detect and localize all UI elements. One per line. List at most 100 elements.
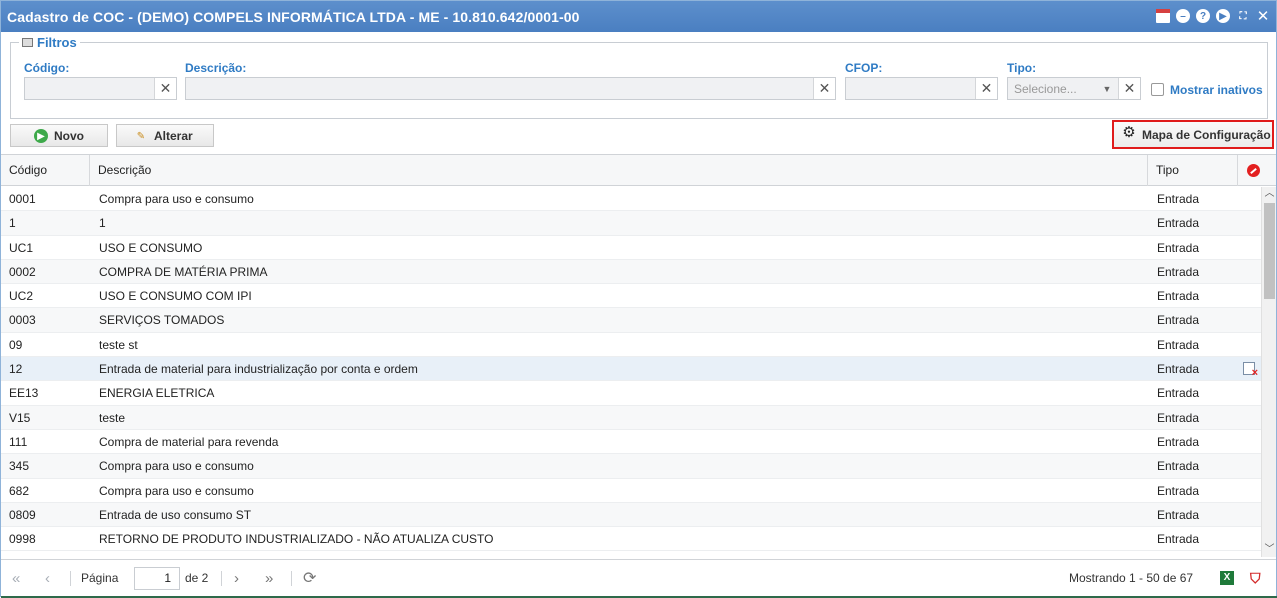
cell-codigo: 0998 — [9, 532, 36, 547]
table-row[interactable]: 09 teste st Entrada — [1, 333, 1261, 358]
page-number-input[interactable]: 1 — [134, 567, 180, 590]
table-row[interactable]: 0001 Compra para uso e consumo Entrada — [1, 187, 1261, 212]
cell-tipo: Entrada — [1157, 410, 1200, 425]
alterar-button-label: Alterar — [154, 128, 193, 143]
column-header-codigo[interactable]: Código — [1, 155, 90, 186]
filters-legend[interactable]: Filtros — [19, 35, 80, 50]
cell-tipo: Entrada — [1157, 483, 1200, 498]
cell-codigo: 0809 — [9, 507, 36, 522]
cell-codigo: 111 — [9, 434, 28, 449]
descricao-clear-icon[interactable]: ✕ — [813, 78, 835, 99]
table-row[interactable]: 12 Entrada de material para industrializa… — [1, 357, 1261, 382]
table-row[interactable]: EE13 ENERGIA ELETRICA Entrada — [1, 381, 1261, 406]
pager-status: Mostrando 1 - 50 de 67 — [1069, 571, 1194, 585]
cell-codigo: 0002 — [9, 264, 36, 279]
cell-tipo: Entrada — [1157, 337, 1200, 352]
cell-tipo: Entrada — [1157, 216, 1200, 231]
table-row[interactable]: 0003 SERVIÇOS TOMADOS Entrada — [1, 308, 1261, 333]
inactivate-row-icon[interactable] — [1243, 362, 1258, 379]
cell-tipo: Entrada — [1157, 532, 1200, 547]
tipo-select-placeholder[interactable]: Selecione... — [1008, 82, 1096, 96]
title-bar-icons: – ? ▶ ⛶ ✕ — [1156, 8, 1270, 25]
tipo-label: Tipo: — [1007, 61, 1037, 75]
cell-descricao: RETORNO DE PRODUTO INDUSTRIALIZADO - NÃO… — [99, 532, 494, 547]
cell-tipo: Entrada — [1157, 240, 1200, 255]
cell-codigo: V15 — [9, 410, 31, 425]
cell-codigo: EE13 — [9, 386, 39, 401]
scroll-down-icon[interactable]: ﹀ — [1262, 543, 1277, 557]
mostrar-inativos-checkbox[interactable] — [1151, 83, 1164, 96]
collapse-icon[interactable] — [22, 38, 33, 47]
descricao-field[interactable]: ✕ — [185, 77, 836, 100]
scroll-up-icon[interactable]: ︿ — [1262, 187, 1277, 201]
cell-tipo: Entrada — [1157, 313, 1200, 328]
cfop-field[interactable]: ✕ — [845, 77, 998, 100]
filters-legend-label: Filtros — [37, 35, 77, 50]
prev-page-icon[interactable]: ‹ — [45, 570, 50, 587]
table-row[interactable]: 1 1 Entrada — [1, 211, 1261, 236]
mostrar-inativos-label[interactable]: Mostrar inativos — [1170, 83, 1263, 97]
pagination-bar: « ‹ Página 1 de 2 › » ⟳ Mostrando 1 - 50… — [1, 559, 1276, 596]
cfop-clear-icon[interactable]: ✕ — [975, 78, 997, 99]
cell-codigo: 0003 — [9, 313, 36, 328]
novo-button[interactable]: ▶ Novo — [10, 124, 108, 147]
calendar-icon[interactable] — [1156, 9, 1170, 23]
table-row[interactable]: 0809 Entrada de uso consumo ST Entrada — [1, 502, 1261, 528]
gear-icon: ⚙ — [1122, 124, 1136, 141]
cell-tipo: Entrada — [1157, 386, 1200, 401]
cell-codigo: 0001 — [9, 192, 36, 206]
codigo-field[interactable]: ✕ — [24, 77, 177, 100]
mapa-configuracao-label: Mapa de Configuração — [1142, 127, 1271, 142]
add-icon: ▶ — [34, 129, 48, 143]
expand-icon[interactable]: ⛶ — [1236, 9, 1250, 23]
window-title: Cadastro de COC - (DEMO) COMPELS INFORMÁ… — [7, 9, 580, 25]
pager-separator — [291, 571, 292, 586]
play-icon[interactable]: ▶ — [1216, 9, 1230, 23]
cell-tipo: Entrada — [1157, 507, 1200, 522]
table-row[interactable]: 0998 RETORNO DE PRODUTO INDUSTRIALIZADO -… — [1, 527, 1261, 552]
first-page-icon[interactable]: « — [12, 570, 20, 587]
pager-separator — [70, 571, 71, 586]
mapa-configuracao-button[interactable]: ⚙ Mapa de Configuração — [1112, 120, 1274, 149]
cell-tipo: Entrada — [1157, 362, 1200, 377]
table-row[interactable]: 345 Compra para uso e consumo Entrada — [1, 454, 1261, 479]
vertical-scrollbar[interactable]: ︿ ﹀ — [1261, 187, 1276, 557]
close-icon[interactable]: ✕ — [1256, 8, 1270, 25]
last-page-icon[interactable]: » — [265, 570, 273, 587]
cell-tipo: Entrada — [1157, 264, 1200, 279]
table-row[interactable]: 0002 COMPRA DE MATÉRIA PRIMA Entrada — [1, 259, 1261, 285]
chevron-down-icon[interactable]: ▼ — [1096, 78, 1118, 99]
cell-codigo: 09 — [9, 337, 23, 352]
excel-export-icon[interactable]: X — [1220, 571, 1234, 585]
table-row[interactable]: V15 teste Entrada — [1, 405, 1261, 430]
tipo-clear-icon[interactable]: ✕ — [1118, 78, 1140, 99]
minimize-circle-icon[interactable]: – — [1176, 9, 1190, 23]
cell-descricao: Compra para uso e consumo — [99, 483, 254, 498]
pagina-label: Página — [81, 571, 119, 585]
tipo-select[interactable]: Selecione... ▼ ✕ — [1007, 77, 1141, 100]
table-row[interactable]: 111 Compra de material para revenda Entrad… — [1, 430, 1261, 455]
no-entry-icon[interactable] — [1247, 164, 1260, 177]
cell-tipo: Entrada — [1157, 192, 1200, 206]
pdf-export-icon[interactable]: ⛉ — [1250, 570, 1264, 586]
cell-descricao: teste st — [99, 337, 138, 352]
edit-icon: ✎ — [136, 130, 146, 142]
alterar-button[interactable]: ✎ Alterar — [116, 124, 214, 147]
cell-codigo: 682 — [9, 483, 30, 498]
title-bar: Cadastro de COC - (DEMO) COMPELS INFORMÁ… — [1, 1, 1276, 32]
cell-codigo: 345 — [9, 459, 30, 474]
table-row[interactable]: UC1 USO E CONSUMO Entrada — [1, 236, 1261, 260]
column-header-tipo[interactable]: Tipo — [1148, 155, 1238, 186]
scroll-thumb[interactable] — [1264, 203, 1275, 299]
column-header-descricao[interactable]: Descrição — [90, 155, 1148, 186]
table-row[interactable]: UC2 USO E CONSUMO COM IPI Entrada — [1, 284, 1261, 309]
table-row[interactable]: 682 Compra para uso e consumo Entrada — [1, 479, 1261, 503]
cell-codigo: UC2 — [9, 289, 34, 304]
next-page-icon[interactable]: › — [234, 570, 239, 587]
cell-codigo: 12 — [9, 362, 23, 377]
cell-descricao: teste — [99, 410, 126, 425]
help-icon[interactable]: ? — [1196, 9, 1210, 23]
refresh-icon[interactable]: ⟳ — [303, 568, 316, 588]
coc-window: Cadastro de COC - (DEMO) COMPELS INFORMÁ… — [0, 0, 1277, 598]
codigo-clear-icon[interactable]: ✕ — [154, 78, 176, 99]
